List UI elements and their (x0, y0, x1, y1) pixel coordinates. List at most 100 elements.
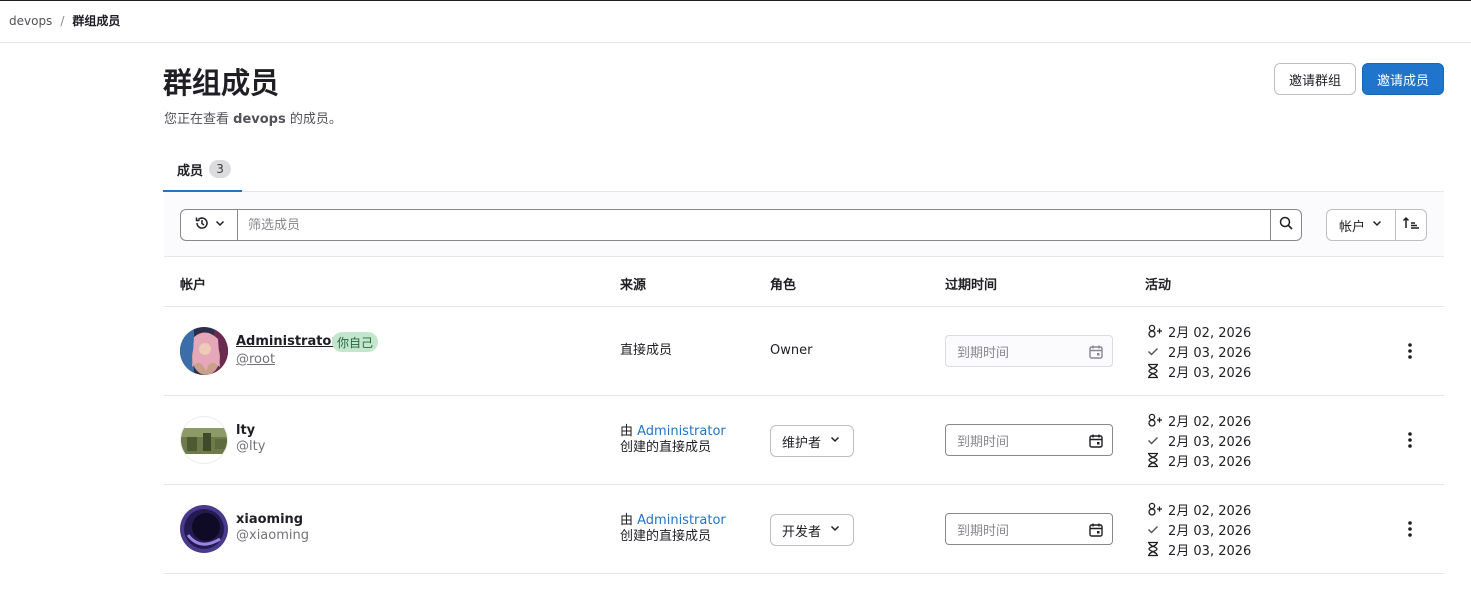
tab-members-label: 成员 (177, 163, 204, 179)
row-actions-button[interactable] (1398, 341, 1422, 365)
user-handle[interactable]: @root (236, 352, 275, 367)
sort-field-label: 帐户 (1338, 219, 1365, 235)
filter-bar: 帐户 (164, 192, 1444, 257)
member-source: 直接成员 (620, 343, 673, 358)
member-activity: 2月 02, 2026 2月 03, 2026 2月 03, 2026 (1146, 321, 1251, 381)
breadcrumb-group[interactable]: devops (9, 14, 52, 28)
expiration-date-input[interactable]: 到期时间 (945, 513, 1113, 545)
member-source: 由 Administrator 创建的直接成员 (620, 424, 726, 456)
subtitle-group: devops (233, 112, 286, 127)
activity-joined-date: 2月 02, 2026 (1168, 503, 1252, 519)
user-add-icon (1146, 324, 1168, 338)
sort-direction-button[interactable] (1395, 209, 1427, 241)
row-actions-button[interactable] (1398, 430, 1422, 454)
invite-member-button[interactable]: 邀请成员 (1362, 63, 1444, 95)
kebab-icon (1408, 432, 1412, 452)
hourglass-icon (1146, 541, 1168, 557)
activity-last-date: 2月 03, 2026 (1168, 454, 1252, 470)
activity-joined: 2月 02, 2026 (1146, 321, 1251, 341)
activity-last-date: 2月 03, 2026 (1168, 365, 1252, 381)
subtitle-prefix: 您正在查看 (164, 112, 234, 127)
chevron-down-icon (1371, 217, 1383, 233)
member-activity: 2月 02, 2026 2月 03, 2026 2月 03, 2026 (1146, 410, 1251, 470)
user-add-icon (1146, 502, 1168, 516)
user-name[interactable]: xiaoming (236, 512, 303, 527)
calendar-icon (1088, 344, 1104, 364)
page-title: 群组成员 (163, 66, 280, 100)
member-source: 由 Administrator 创建的直接成员 (620, 513, 726, 545)
row-actions-button[interactable] (1398, 519, 1422, 543)
table-header: 帐户 来源 角色 过期时间 活动 (164, 257, 1444, 307)
role-select-value: 开发者 (782, 524, 822, 540)
search-icon (1278, 215, 1294, 235)
source-inviter-link[interactable]: Administrator (637, 424, 726, 439)
search-history-button[interactable] (180, 209, 238, 241)
history-icon (194, 215, 210, 235)
calendar-icon[interactable] (1088, 433, 1104, 453)
activity-access-date: 2月 03, 2026 (1168, 434, 1252, 450)
sort-field-select[interactable]: 帐户 (1326, 209, 1396, 241)
table-row: xiaoming @xiaoming 由 Administrator 创建的直接… (164, 485, 1444, 574)
source-prefix: 由 (620, 513, 638, 528)
activity-last-date: 2月 03, 2026 (1168, 543, 1252, 559)
activity-joined: 2月 02, 2026 (1146, 410, 1251, 430)
search-button[interactable] (1270, 209, 1302, 241)
breadcrumb-separator: / (60, 13, 65, 28)
chevron-down-icon (214, 217, 226, 233)
user-handle[interactable]: @lty (236, 439, 265, 454)
user-name[interactable]: Administrator (236, 334, 338, 349)
invite-group-button[interactable]: 邀请群组 (1274, 63, 1356, 95)
avatar[interactable] (180, 505, 228, 553)
source-inviter-link[interactable]: Administrator (637, 513, 726, 528)
activity-access-granted: 2月 03, 2026 (1146, 341, 1251, 361)
activity-access-date: 2月 03, 2026 (1168, 345, 1252, 361)
table-row: Administrator 你自己 @root 直接成员 Owner 到期时间 … (164, 307, 1444, 396)
expiration-date-input[interactable]: 到期时间 (945, 335, 1113, 367)
member-role: Owner (770, 343, 813, 358)
sort-ascending-icon (1402, 215, 1420, 235)
source-suffix: 创建的直接成员 (620, 440, 712, 455)
check-icon (1146, 344, 1168, 358)
filter-members-input[interactable] (237, 209, 1271, 241)
expiration-date-input[interactable]: 到期时间 (945, 424, 1113, 456)
hourglass-icon (1146, 363, 1168, 379)
check-icon (1146, 522, 1168, 536)
check-icon (1146, 433, 1168, 447)
breadcrumb-current[interactable]: 群组成员 (72, 12, 120, 29)
page-subtitle: 您正在查看 devops 的成员。 (164, 108, 342, 127)
header-activity: 活动 (1145, 278, 1172, 293)
activity-access-date: 2月 03, 2026 (1168, 523, 1252, 539)
table-row: lty @lty 由 Administrator 创建的直接成员 维护者 到期时… (164, 396, 1444, 485)
subtitle-suffix: 的成员。 (285, 112, 342, 127)
header-account[interactable]: 帐户 (180, 274, 206, 293)
avatar[interactable] (180, 416, 228, 464)
activity-last: 2月 03, 2026 (1146, 361, 1251, 381)
source-prefix: 由 (620, 424, 638, 439)
kebab-icon (1408, 521, 1412, 541)
tabs: 成员 3 (163, 148, 1444, 192)
activity-joined-date: 2月 02, 2026 (1168, 325, 1252, 341)
user-name[interactable]: lty (236, 423, 255, 438)
avatar[interactable] (180, 327, 228, 375)
expiration-placeholder: 到期时间 (957, 434, 1010, 450)
activity-last: 2月 03, 2026 (1146, 539, 1251, 559)
header-role: 角色 (770, 278, 797, 293)
breadcrumb: devops / 群组成员 (9, 12, 120, 29)
tab-members-count: 3 (209, 160, 232, 178)
self-badge: 你自己 (332, 332, 379, 352)
header-expiration: 过期时间 (945, 278, 998, 293)
members-table: 帐户 来源 角色 过期时间 活动 Administrator 你自己 @root… (164, 257, 1444, 574)
chevron-down-icon (829, 433, 841, 449)
role-select[interactable]: 维护者 (770, 425, 854, 457)
user-handle[interactable]: @xiaoming (236, 528, 309, 543)
tab-members[interactable]: 成员 3 (163, 148, 242, 192)
activity-access-granted: 2月 03, 2026 (1146, 519, 1251, 539)
top-bar: devops / 群组成员 (0, 1, 1471, 43)
source-suffix: 创建的直接成员 (620, 529, 712, 544)
expiration-placeholder: 到期时间 (957, 523, 1010, 539)
role-select[interactable]: 开发者 (770, 514, 854, 546)
calendar-icon[interactable] (1088, 522, 1104, 542)
activity-last: 2月 03, 2026 (1146, 450, 1251, 470)
hourglass-icon (1146, 452, 1168, 468)
activity-access-granted: 2月 03, 2026 (1146, 430, 1251, 450)
